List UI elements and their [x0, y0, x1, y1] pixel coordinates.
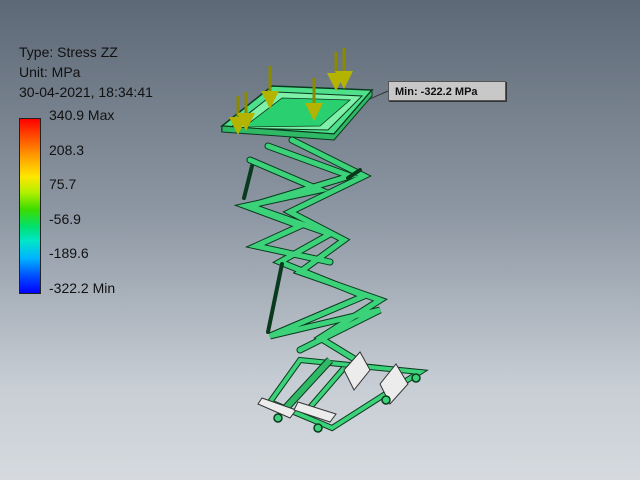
scissor-arms: [233, 136, 388, 364]
min-probe-label[interactable]: Min: -322.2 MPa: [388, 81, 506, 101]
scissor-lift-model-viewport[interactable]: [0, 0, 640, 480]
